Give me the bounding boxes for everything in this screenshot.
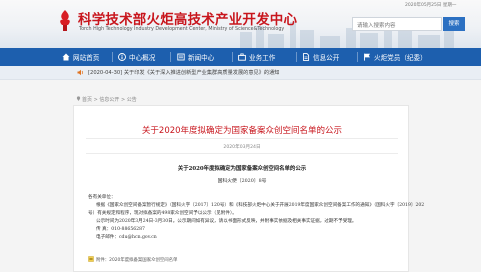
flag-icon xyxy=(364,53,370,61)
divider xyxy=(86,138,398,139)
nav-item-party[interactable]: 火炬党员（纪委） xyxy=(363,48,427,66)
nav-item-disclosure[interactable]: 信息公开 xyxy=(302,48,339,66)
briefcase-icon xyxy=(238,53,246,61)
nav-item-overview[interactable]: 中心概况 xyxy=(118,48,155,66)
main-nav: 网站首页 中心概况 新闻中心 业务工作 信息公开 火炬党员（纪委） xyxy=(0,48,481,66)
speaker-icon xyxy=(77,69,83,76)
fax-line: 传 真：010-88656287 xyxy=(96,227,145,232)
nav-label: 中心概况 xyxy=(129,54,156,62)
body-paragraph: 号）有关规定和程序，现对拟备案的498家众创空间予以公示（见附件）。 xyxy=(88,211,237,216)
nav-divider xyxy=(357,52,358,62)
nav-label: 网站首页 xyxy=(73,54,100,62)
nav-label: 信息公开 xyxy=(313,54,340,62)
info-icon xyxy=(118,53,126,61)
email-line: 电子邮件：cdu@hcn.gov.cn xyxy=(96,235,157,240)
nav-item-home[interactable]: 网站首页 xyxy=(62,48,99,66)
torch-logo-icon[interactable] xyxy=(55,8,75,32)
document-icon xyxy=(303,53,310,61)
nav-item-business[interactable]: 业务工作 xyxy=(238,48,275,66)
nav-divider xyxy=(232,52,233,62)
nav-divider xyxy=(112,52,113,62)
body-paragraph: 根据《国家众创空间备案暂行规定》（国科火字〔2017〕120号）和《科技部火炬中… xyxy=(96,203,425,208)
location-icon xyxy=(76,96,81,101)
document-number: 国科火便〔2020〕8号 xyxy=(217,179,267,184)
org-name-cn[interactable]: 科学技术部火炬高技术产业开发中心 xyxy=(78,8,297,28)
breadcrumb[interactable]: 首页 > 信息公开 > 公告 xyxy=(82,96,137,103)
current-date: 2020年05月25日 星期一 xyxy=(405,3,457,8)
body-paragraph: 公示时间为2020年3月24日-3月30日。公示期间如有异议，请以书面形式反映，… xyxy=(96,219,357,224)
nav-divider xyxy=(170,52,171,62)
nav-divider xyxy=(296,52,297,62)
search-button[interactable]: 搜索 xyxy=(443,17,465,31)
nav-label: 火炬党员（纪委） xyxy=(374,54,427,62)
home-icon xyxy=(62,53,70,61)
article-panel: 关于2020年度拟确定为国家备案众创空间名单的公示 2020年03月24日 关于… xyxy=(73,105,424,272)
news-icon xyxy=(177,53,185,61)
nav-label: 新闻中心 xyxy=(188,54,215,62)
divider xyxy=(86,153,398,154)
publish-date: 2020年03月24日 xyxy=(223,145,261,150)
org-name-en: Torch High Technology Industry Developme… xyxy=(79,27,285,32)
attachment-icon xyxy=(88,256,94,262)
salutation: 各有关单位： xyxy=(88,195,116,200)
attachment-link[interactable]: 附件：2020年度拟备案国家众创空间名单 xyxy=(96,257,177,263)
page-title: 关于2020年度拟确定为国家备案众创空间名单的公示 xyxy=(141,126,343,136)
search-input[interactable]: 请输入搜索内容 xyxy=(352,17,442,31)
nav-item-news[interactable]: 新闻中心 xyxy=(177,48,214,66)
notice-link[interactable]: [2020-04-30] 关于印发《关于深入推进创新型产业集群高质量发展的意见》… xyxy=(88,69,279,76)
nav-label: 业务工作 xyxy=(249,54,276,62)
site-header: 科学技术部火炬高技术产业开发中心 Torch High Technology I… xyxy=(0,0,481,48)
notice-bar: [2020-04-30] 关于印发《关于深入推进创新型产业集群高质量发展的意见》… xyxy=(0,66,481,80)
document-title: 关于2020年度拟确定为国家备案众创空间名单的公示 xyxy=(177,166,307,172)
